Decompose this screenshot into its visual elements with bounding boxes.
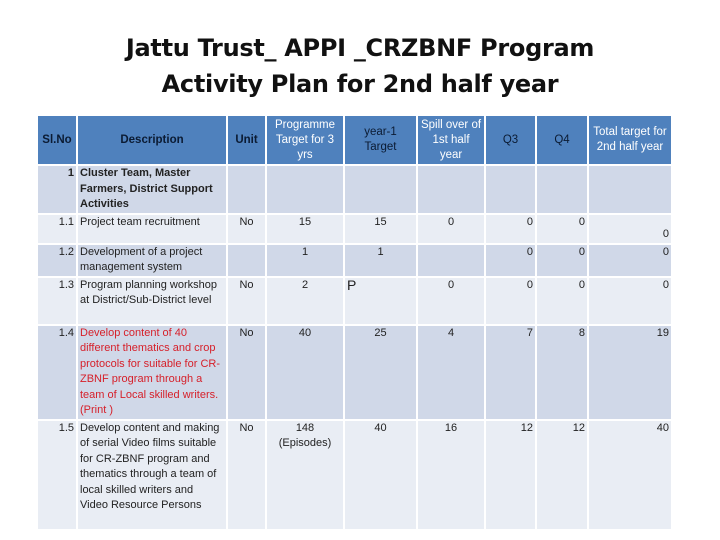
cell-total-target: 19	[589, 325, 671, 419]
table-row: 1.2 Development of a project management …	[38, 244, 671, 276]
cell-q4: 0	[537, 214, 587, 243]
cell-unit: No	[228, 420, 265, 529]
cell-year1-target: 15	[345, 214, 416, 243]
cell-programme-target: 1	[267, 244, 343, 276]
cell-description: Development of a project management syst…	[78, 244, 226, 276]
table-row: 1.4 Develop content of 40 different them…	[38, 325, 671, 419]
table-row: 1 Cluster Team, Master Farmers, District…	[38, 166, 671, 213]
cell-q3: 7	[486, 325, 535, 419]
cell-total-target: 0	[589, 244, 671, 276]
cell-slno: 1.1	[38, 214, 76, 243]
cell-q4: 12	[537, 420, 587, 529]
cell-spill-over: 0	[418, 214, 484, 243]
cell-total-target: 40	[589, 420, 671, 529]
cell-spill-over: 4	[418, 325, 484, 419]
header-q3: Q3	[486, 116, 535, 164]
cell-q4: 8	[537, 325, 587, 419]
cell-unit: No	[228, 214, 265, 243]
header-row: Sl.No Description Unit Programme Target …	[38, 116, 671, 164]
cell-total-target: 0	[589, 214, 671, 243]
cell-programme-target	[267, 166, 343, 213]
cell-slno: 1	[38, 166, 76, 213]
cell-slno: 1.3	[38, 277, 76, 324]
cell-year1-target: 25	[345, 325, 416, 419]
cell-slno: 1.5	[38, 420, 76, 529]
cell-description: Develop content of 40 different thematic…	[78, 325, 226, 419]
cell-spill-over	[418, 244, 484, 276]
header-total-target: Total target for 2nd half year	[589, 116, 671, 164]
cell-description: Project team recruitment	[78, 214, 226, 243]
header-unit: Unit	[228, 116, 265, 164]
title-line-1: Jattu Trust_ APPI _CRZBNF Program	[125, 34, 595, 62]
header-spill-over: Spill over of 1st half year	[418, 116, 484, 164]
cell-q3: 0	[486, 214, 535, 243]
cell-description: Develop content and making of serial Vid…	[78, 420, 226, 529]
cell-description: Program planning workshop at District/Su…	[78, 277, 226, 324]
table-row: 1.5 Develop content and making of serial…	[38, 420, 671, 529]
activity-plan-table: Sl.No Description Unit Programme Target …	[36, 114, 673, 531]
cell-total-target: 0	[589, 277, 671, 324]
page-title: Jattu Trust_ APPI _CRZBNF Program Activi…	[0, 30, 720, 102]
cell-total-target	[589, 166, 671, 213]
cell-unit	[228, 166, 265, 213]
table-row: 1.3 Program planning workshop at Distric…	[38, 277, 671, 324]
cell-year1-target: P	[345, 277, 416, 324]
cell-spill-over: 16	[418, 420, 484, 529]
cell-unit	[228, 244, 265, 276]
header-description: Description	[78, 116, 226, 164]
cell-q4	[537, 166, 587, 213]
cell-year1-target	[345, 166, 416, 213]
cell-q4: 0	[537, 277, 587, 324]
table-row: 1.1 Project team recruitment No 15 15 0 …	[38, 214, 671, 243]
cell-year1-target: 40	[345, 420, 416, 529]
cell-programme-target: 2	[267, 277, 343, 324]
cell-year1-target: 1	[345, 244, 416, 276]
cell-spill-over: 0	[418, 277, 484, 324]
cell-programme-target: 148 (Episodes)	[267, 420, 343, 529]
cell-q3: 0	[486, 244, 535, 276]
header-programme-target: Programme Target for 3 yrs	[267, 116, 343, 164]
header-year1-target: year-1 Target	[345, 116, 416, 164]
title-line-2: Activity Plan for 2nd half year	[161, 70, 559, 98]
cell-unit: No	[228, 277, 265, 324]
cell-slno: 1.2	[38, 244, 76, 276]
cell-q3: 12	[486, 420, 535, 529]
cell-q3: 0	[486, 277, 535, 324]
cell-programme-target: 15	[267, 214, 343, 243]
cell-spill-over	[418, 166, 484, 213]
header-q4: Q4	[537, 116, 587, 164]
cell-description: Cluster Team, Master Farmers, District S…	[78, 166, 226, 213]
cell-slno: 1.4	[38, 325, 76, 419]
header-slno: Sl.No	[38, 116, 76, 164]
cell-unit: No	[228, 325, 265, 419]
cell-q3	[486, 166, 535, 213]
cell-q4: 0	[537, 244, 587, 276]
cell-programme-target: 40	[267, 325, 343, 419]
